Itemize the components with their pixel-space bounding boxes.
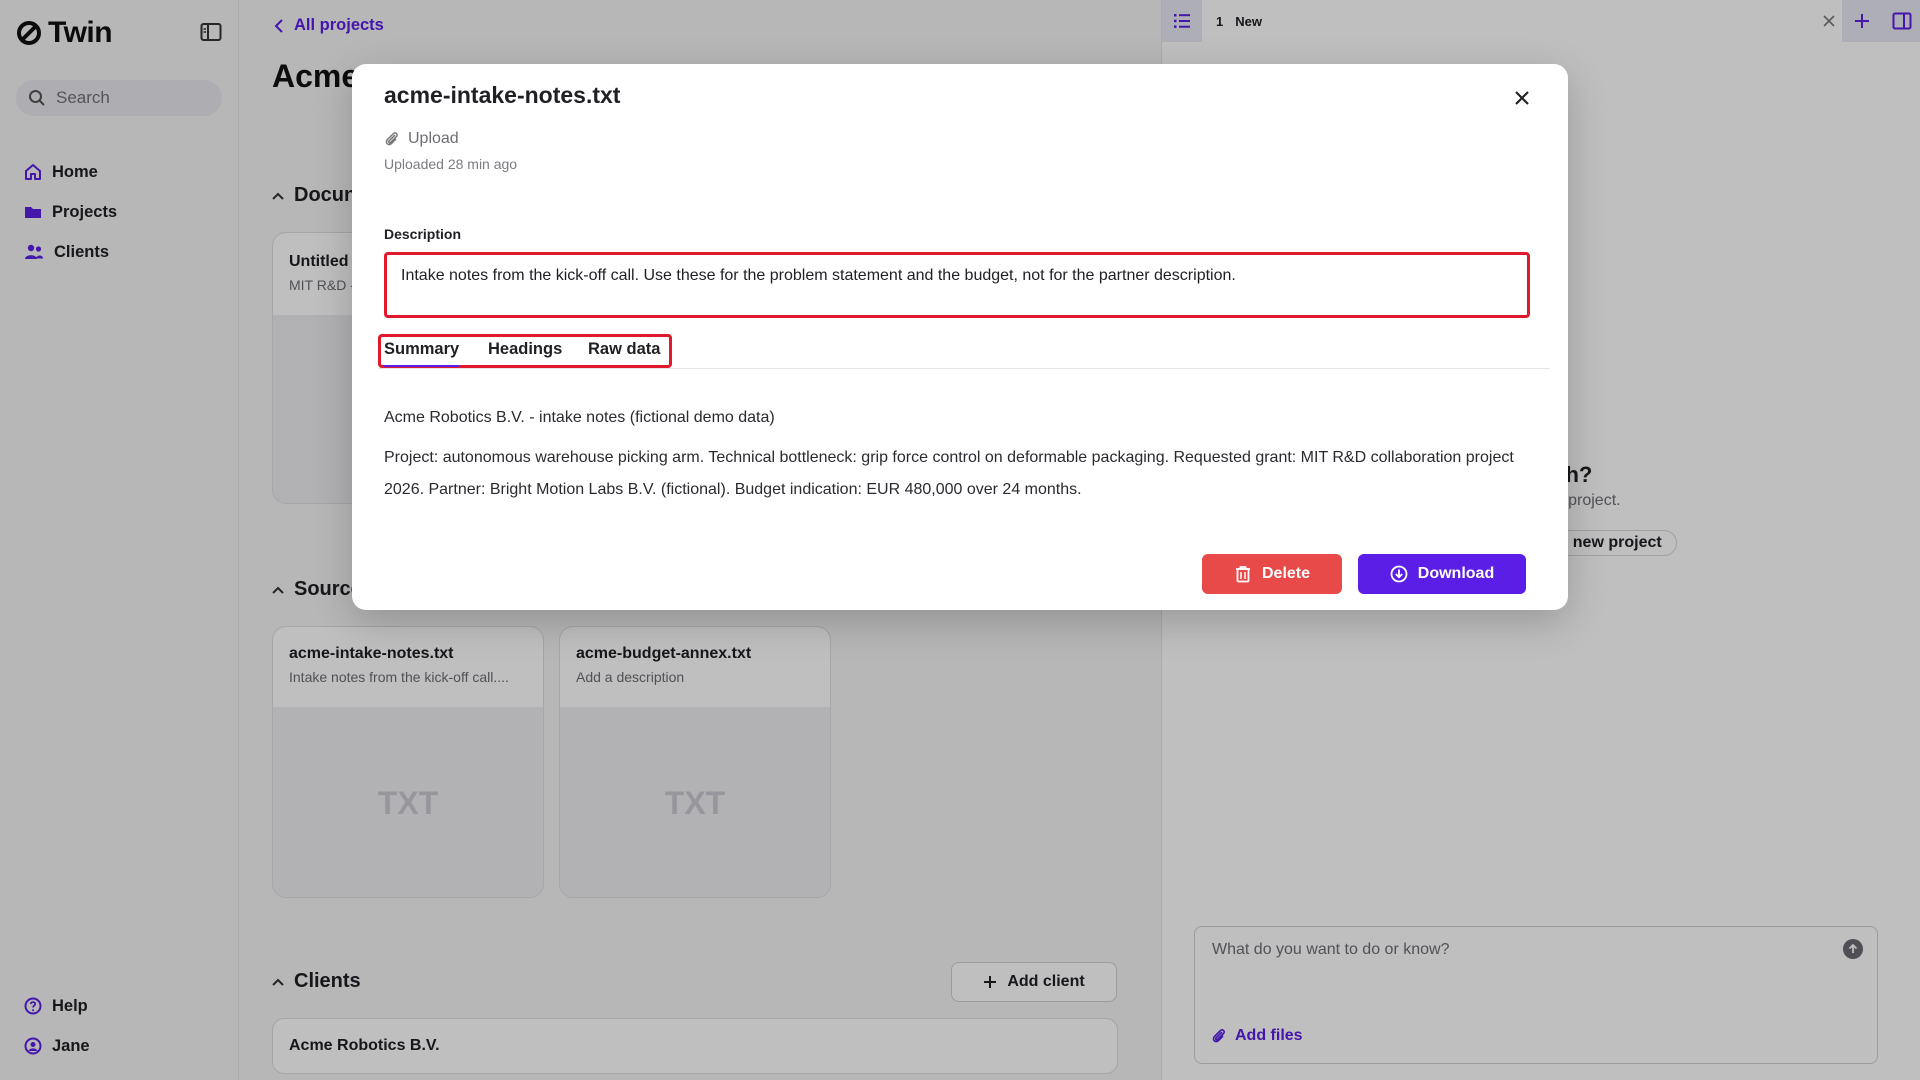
delete-button[interactable]: Delete <box>1202 554 1342 594</box>
trash-icon <box>1235 566 1250 583</box>
modal-title: acme-intake-notes.txt <box>384 82 621 108</box>
tabs-divider <box>378 368 1550 369</box>
download-icon <box>1390 565 1408 583</box>
summary-heading: Acme Robotics B.V. - intake notes (ficti… <box>384 409 775 426</box>
close-modal-button[interactable] <box>1508 84 1536 112</box>
delete-label: Delete <box>1261 565 1311 582</box>
source-type-label: Upload <box>408 130 459 147</box>
close-icon <box>1515 91 1529 105</box>
tab-raw-data[interactable]: Raw data <box>588 340 660 359</box>
tab-headings[interactable]: Headings <box>488 340 562 359</box>
download-button[interactable]: Download <box>1358 554 1526 594</box>
description-field-highlight: Intake notes from the kick-off call. Use… <box>384 252 1530 318</box>
uploaded-timestamp: Uploaded 28 min ago <box>384 156 518 172</box>
summary-body: Project: autonomous warehouse picking ar… <box>384 449 1514 498</box>
source-detail-modal: acme-intake-notes.txt Upload Uploaded 28… <box>352 64 1568 610</box>
description-field[interactable]: Intake notes from the kick-off call. Use… <box>401 265 1511 309</box>
tab-summary[interactable]: Summary <box>384 340 460 367</box>
paperclip-icon <box>385 132 398 146</box>
source-type: Upload <box>384 130 459 148</box>
description-label: Description <box>384 226 462 242</box>
download-label: Download <box>1417 565 1495 582</box>
